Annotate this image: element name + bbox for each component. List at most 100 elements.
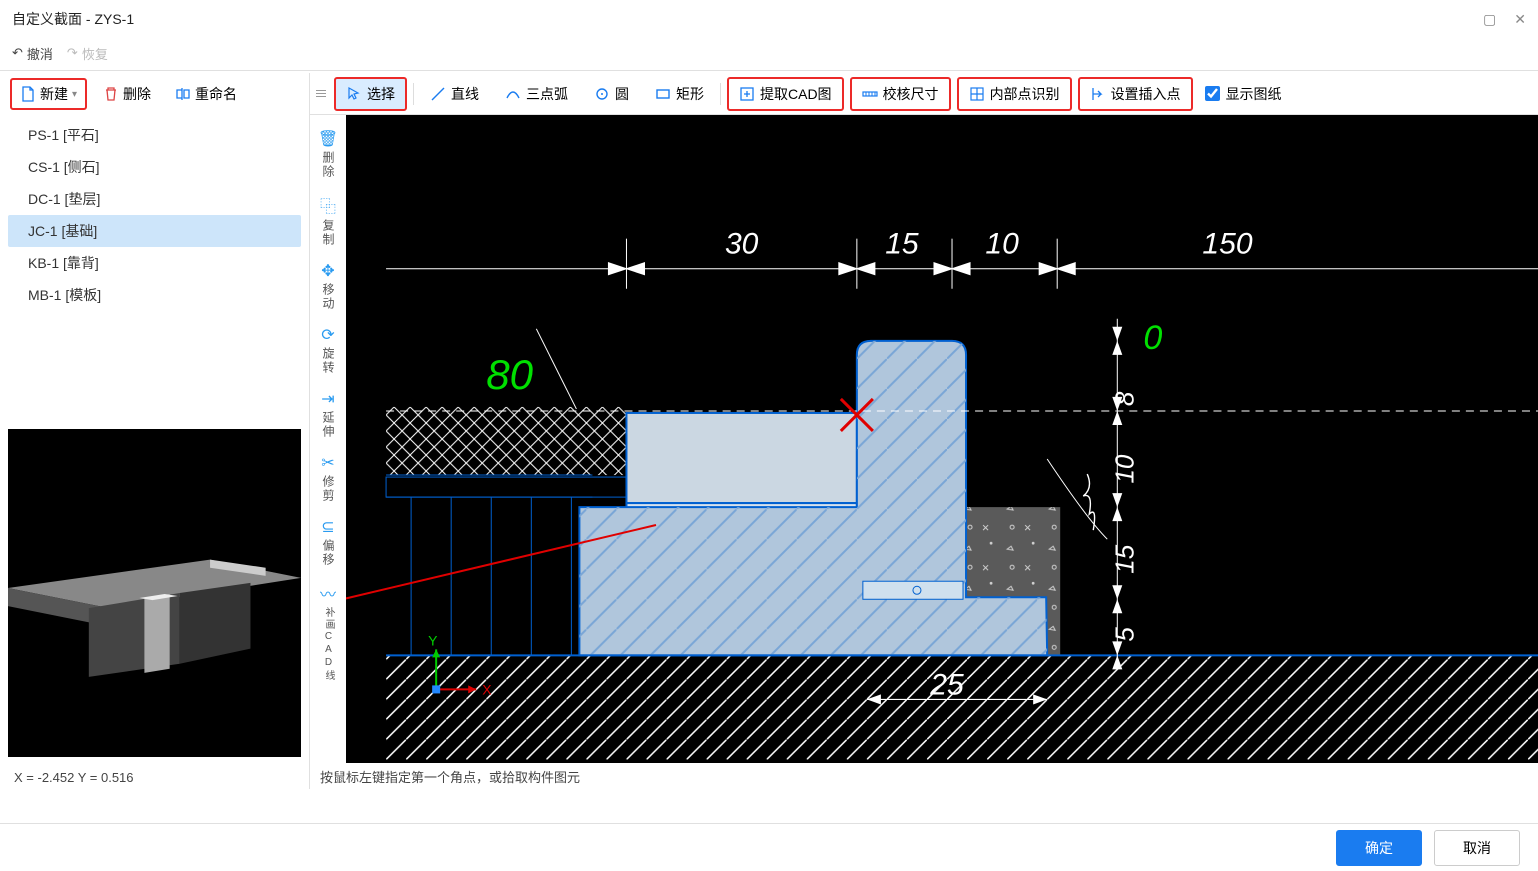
move-icon: ✥ bbox=[321, 261, 334, 281]
dim-value: 10 bbox=[1109, 454, 1139, 483]
verify-dim-button[interactable]: 校核尺寸 bbox=[850, 77, 951, 111]
left-toolbar: 新建 ▾ 删除 重命名 bbox=[0, 73, 309, 115]
rect-label: 矩形 bbox=[676, 84, 704, 104]
window-title: 自定义截面 - ZYS-1 bbox=[12, 9, 1483, 29]
undo-label: 撤消 bbox=[27, 44, 53, 63]
rotate-icon: ⟳ bbox=[321, 325, 334, 345]
cad-line-icon: 〰 bbox=[320, 581, 336, 605]
redo-label: 恢复 bbox=[82, 44, 108, 63]
circle-icon bbox=[594, 86, 610, 102]
side-tools: 🗑删除 ⿻复制 ✥移动 ⟳旋转 ⇥延伸 ✂修剪 ⊆偏移 〰补画CAD线 bbox=[310, 115, 346, 763]
set-insert-button[interactable]: 设置插入点 bbox=[1078, 77, 1193, 111]
cad-canvas[interactable]: 30 15 10 150 bbox=[346, 115, 1538, 763]
offset-icon: ⊆ bbox=[321, 517, 334, 537]
trash-icon bbox=[103, 86, 119, 102]
show-drawing-checkbox[interactable]: 显示图纸 bbox=[1205, 84, 1282, 104]
select-tool[interactable]: 选择 bbox=[334, 77, 407, 111]
side-trim[interactable]: ✂修剪 bbox=[321, 453, 334, 503]
ok-button[interactable]: 确定 bbox=[1336, 830, 1422, 866]
dim-value: 10 bbox=[985, 228, 1019, 261]
side-extend[interactable]: ⇥延伸 bbox=[321, 389, 334, 439]
delete-button[interactable]: 删除 bbox=[95, 80, 159, 108]
dim-value: 15 bbox=[1109, 544, 1139, 573]
new-label: 新建 bbox=[40, 84, 68, 104]
trash-icon: 🗑 bbox=[318, 129, 338, 149]
dim-value: 0 bbox=[1143, 319, 1162, 357]
dropdown-caret-icon: ▾ bbox=[72, 89, 77, 100]
side-rotate[interactable]: ⟳旋转 bbox=[321, 325, 334, 375]
separator bbox=[720, 83, 721, 105]
extract-cad-label: 提取CAD图 bbox=[760, 84, 832, 104]
show-drawing-label: 显示图纸 bbox=[1226, 84, 1282, 104]
rename-label: 重命名 bbox=[195, 84, 237, 104]
new-button[interactable]: 新建 ▾ bbox=[10, 78, 87, 110]
maximize-icon[interactable]: ▢ bbox=[1483, 11, 1496, 28]
list-item[interactable]: DC-1 [垫层] bbox=[8, 183, 301, 215]
arc3-tool[interactable]: 三点弧 bbox=[495, 79, 578, 109]
rect-icon bbox=[655, 86, 671, 102]
dim-value: 15 bbox=[885, 228, 919, 261]
side-copy[interactable]: ⿻复制 bbox=[320, 193, 336, 247]
undo-redo-bar: ↶ 撤消 ↷ 恢复 bbox=[0, 38, 1538, 68]
extract-icon bbox=[739, 86, 755, 102]
circle-label: 圆 bbox=[615, 84, 629, 104]
delete-label: 删除 bbox=[123, 84, 151, 104]
insert-point-icon bbox=[1090, 86, 1106, 102]
separator bbox=[413, 83, 414, 105]
bottom-bar: 确定 取消 bbox=[0, 823, 1538, 871]
redo-icon: ↷ bbox=[67, 45, 78, 61]
list-item[interactable]: CS-1 [侧石] bbox=[8, 151, 301, 183]
verify-dim-label: 校核尺寸 bbox=[883, 84, 939, 104]
arc-icon bbox=[505, 86, 521, 102]
inner-point-button[interactable]: 内部点识别 bbox=[957, 77, 1072, 111]
title-bar: 自定义截面 - ZYS-1 ▢ ✕ bbox=[0, 0, 1538, 38]
axis-label: Y bbox=[428, 632, 438, 648]
rename-button[interactable]: 重命名 bbox=[167, 80, 245, 108]
copy-icon: ⿻ bbox=[320, 193, 336, 217]
line-tool[interactable]: 直线 bbox=[420, 79, 489, 109]
cancel-button[interactable]: 取消 bbox=[1434, 830, 1520, 866]
line-icon bbox=[430, 86, 446, 102]
set-insert-label: 设置插入点 bbox=[1111, 84, 1181, 104]
preview-3d bbox=[8, 429, 301, 757]
inner-point-label: 内部点识别 bbox=[990, 84, 1060, 104]
draw-toolbar: 选择 直线 三点弧 圆 矩形 提取CAD图 bbox=[310, 73, 1538, 115]
close-icon[interactable]: ✕ bbox=[1514, 11, 1526, 28]
rename-icon bbox=[175, 86, 191, 102]
left-panel: 新建 ▾ 删除 重命名 PS-1 [平石] CS-1 [侧石] DC-1 [垫层… bbox=[0, 73, 310, 789]
divider bbox=[0, 70, 1538, 71]
undo-icon: ↶ bbox=[12, 45, 23, 61]
ruler-icon bbox=[862, 86, 878, 102]
dim-value: 25 bbox=[929, 668, 964, 701]
right-panel: 选择 直线 三点弧 圆 矩形 提取CAD图 bbox=[310, 73, 1538, 789]
side-align-cad[interactable]: 〰补画CAD线 bbox=[320, 581, 336, 682]
dim-value: 150 bbox=[1202, 228, 1252, 261]
line-label: 直线 bbox=[451, 84, 479, 104]
list-item[interactable]: KB-1 [靠背] bbox=[8, 247, 301, 279]
redo-button[interactable]: ↷ 恢复 bbox=[67, 44, 108, 63]
extend-icon: ⇥ bbox=[321, 389, 334, 409]
list-item[interactable]: JC-1 [基础] bbox=[8, 215, 301, 247]
cursor-icon bbox=[346, 86, 362, 102]
undo-button[interactable]: ↶ 撤消 bbox=[12, 44, 53, 63]
side-delete[interactable]: 🗑删除 bbox=[318, 129, 338, 179]
extract-cad-button[interactable]: 提取CAD图 bbox=[727, 77, 844, 111]
list-item[interactable]: PS-1 [平石] bbox=[8, 119, 301, 151]
select-label: 选择 bbox=[367, 84, 395, 104]
coordinate-status: X = -2.452 Y = 0.516 bbox=[0, 765, 309, 789]
toolbar-grip-icon[interactable] bbox=[316, 82, 326, 106]
side-move[interactable]: ✥移动 bbox=[321, 261, 334, 311]
circle-tool[interactable]: 圆 bbox=[584, 79, 639, 109]
rect-tool[interactable]: 矩形 bbox=[645, 79, 714, 109]
prompt-bar: 按鼠标左键指定第一个角点，或拾取构件图元 bbox=[310, 763, 1538, 789]
arc3-label: 三点弧 bbox=[526, 84, 568, 104]
side-offset[interactable]: ⊆偏移 bbox=[321, 517, 334, 567]
dim-value: 5 bbox=[1109, 627, 1139, 642]
grid-icon bbox=[969, 86, 985, 102]
show-drawing-input[interactable] bbox=[1205, 86, 1220, 101]
dim-value: 30 bbox=[725, 228, 759, 261]
list-item[interactable]: MB-1 [模板] bbox=[8, 279, 301, 311]
section-list: PS-1 [平石] CS-1 [侧石] DC-1 [垫层] JC-1 [基础] … bbox=[0, 115, 309, 421]
trim-icon: ✂ bbox=[321, 453, 334, 473]
axis-label: X bbox=[482, 681, 492, 697]
